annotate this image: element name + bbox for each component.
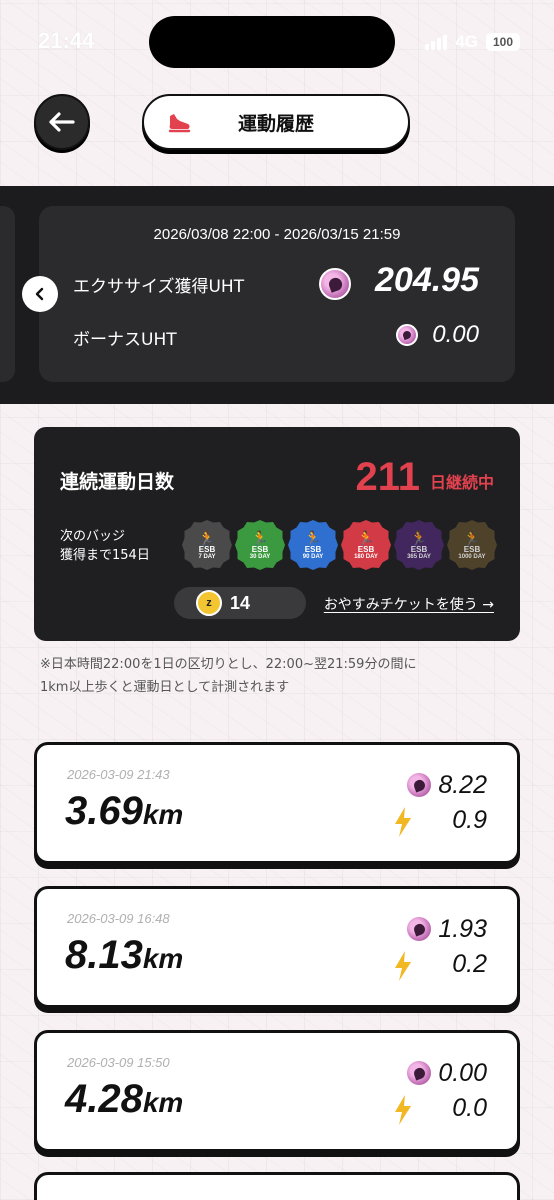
badge-esb-label: ESB xyxy=(198,544,216,554)
uht-coin-icon xyxy=(405,915,433,943)
header: 運動履歴 xyxy=(0,92,554,156)
streak-badge: 🏃 ESB 365 DAY xyxy=(394,520,444,570)
dynamic-island xyxy=(149,16,395,68)
activity-datetime: 2026-03-09 15:50 xyxy=(67,1055,170,1070)
ticket-count: 14 xyxy=(230,592,251,613)
activity-card[interactable] xyxy=(34,1172,520,1200)
streak-badge: 🏃 ESB 180 DAY xyxy=(341,520,391,570)
streak-badge: 🏃 ESB 30 DAY xyxy=(235,520,285,570)
streak-title: 連続運動日数 xyxy=(60,471,175,493)
previous-week-card[interactable] xyxy=(0,206,15,382)
use-rest-ticket-link[interactable]: おやすみチケットを使う → xyxy=(324,594,494,614)
runner-icon: 🏃 xyxy=(198,529,216,546)
activity-datetime: 2026-03-09 21:43 xyxy=(67,767,170,782)
uht-coin-icon xyxy=(319,268,351,300)
bonus-uht-label: ボーナスUHT xyxy=(73,330,177,350)
runner-icon: 🏃 xyxy=(463,529,481,546)
battery-icon: 100 xyxy=(486,33,520,51)
distance-unit: km xyxy=(142,1087,184,1118)
arrow-left-icon xyxy=(49,112,75,132)
activity-datetime: 2026-03-09 16:48 xyxy=(67,911,170,926)
energy-bolt-icon xyxy=(395,807,411,837)
streak-badge: 🏃 ESB 1000 DAY xyxy=(447,520,497,570)
streak-badge: 🏃 ESB 7 DAY xyxy=(182,520,232,570)
badge-day-label: 180 DAY xyxy=(354,553,378,560)
signal-icon xyxy=(425,34,448,50)
streak-card: 連続運動日数 211 日継続中 次のバッジ 獲得まで154日 🏃 ESB 7 DAY… xyxy=(34,427,520,641)
badge-day-label: 7 DAY xyxy=(198,553,216,560)
badge-esb-label: ESB xyxy=(463,544,481,554)
carousel-prev-button[interactable] xyxy=(22,276,58,312)
streak-suffix: 日継続中 xyxy=(429,473,494,492)
uht-coin-icon xyxy=(405,771,433,799)
runner-icon: 🏃 xyxy=(410,529,428,546)
uht-summary-section: 2026/03/08 22:00 - 2026/03/15 21:59 エクササ… xyxy=(0,186,554,404)
badge-day-label: 365 DAY xyxy=(407,553,431,560)
streak-badge: 🏃 ESB 90 DAY xyxy=(288,520,338,570)
runner-icon: 🏃 xyxy=(357,529,375,546)
chevron-left-icon xyxy=(35,287,44,301)
note-line: ※日本時間22:00を1日の区切りとし、22:00~翌21:59分の間に xyxy=(40,657,417,672)
activity-energy: 0.0 xyxy=(452,1094,487,1122)
uht-summary-card: 2026/03/08 22:00 - 2026/03/15 21:59 エクササ… xyxy=(39,206,515,382)
rest-ticket-chip: z 14 xyxy=(174,587,306,619)
shoe-icon xyxy=(168,114,191,133)
distance-unit: km xyxy=(142,799,184,830)
status-indicators: 4G 100 xyxy=(425,32,520,52)
back-button[interactable] xyxy=(34,94,90,150)
activity-uht: 0.00 xyxy=(438,1059,487,1087)
badge-esb-label: ESB xyxy=(410,544,428,554)
distance-unit: km xyxy=(142,943,184,974)
summary-period: 2026/03/08 22:00 - 2026/03/15 21:59 xyxy=(153,226,401,243)
streak-days: 211 xyxy=(355,455,420,499)
energy-bolt-icon xyxy=(395,1095,411,1125)
activity-distance: 3.69km xyxy=(65,789,183,834)
distance-value: 8.13 xyxy=(65,933,143,977)
badge-esb-label: ESB xyxy=(251,544,269,554)
activity-card[interactable]: 2026-03-09 21:43 3.69km 8.22 0.9 xyxy=(34,742,520,864)
runner-icon: 🏃 xyxy=(251,529,269,546)
runner-icon: 🏃 xyxy=(304,529,322,546)
status-time: 21:44 xyxy=(38,28,95,53)
next-badge-info: 次のバッジ 獲得まで154日 xyxy=(60,527,150,565)
streak-note: ※日本時間22:00を1日の区切りとし、22:00~翌21:59分の間に 1km… xyxy=(40,653,520,699)
status-bar: 21:44 4G 100 xyxy=(0,0,554,80)
distance-value: 3.69 xyxy=(65,789,143,833)
badge-day-label: 30 DAY xyxy=(249,553,271,560)
badge-day-label: 1000 DAY xyxy=(458,553,486,560)
activity-card[interactable]: 2026-03-09 15:50 4.28km 0.00 0.0 xyxy=(34,1030,520,1152)
uht-coin-icon xyxy=(396,324,418,346)
page-title: 運動履歴 xyxy=(237,112,314,135)
badge-list: 🏃 ESB 7 DAY 🏃 ESB 30 DAY 🏃 ESB 90 DAY 🏃 ESB 180 DAY… xyxy=(182,520,497,570)
badge-day-label: 90 DAY xyxy=(302,553,324,560)
next-badge-line: 次のバッジ xyxy=(60,529,126,544)
next-badge-line: 獲得まで154日 xyxy=(60,548,150,563)
activity-energy: 0.9 xyxy=(452,806,487,834)
activity-distance: 8.13km xyxy=(65,933,183,978)
page-title-pill: 運動履歴 xyxy=(142,94,410,150)
exercise-uht-label: エクササイズ獲得UHT xyxy=(73,277,245,297)
activity-energy: 0.2 xyxy=(452,950,487,978)
activity-card[interactable]: 2026-03-09 16:48 8.13km 1.93 0.2 xyxy=(34,886,520,1008)
badge-esb-label: ESB xyxy=(357,544,375,554)
activity-distance: 4.28km xyxy=(65,1077,183,1122)
network-label: 4G xyxy=(455,32,478,51)
note-line: 1km以上歩くと運動日として計測されます xyxy=(40,680,290,695)
activity-uht: 1.93 xyxy=(438,915,487,943)
energy-bolt-icon xyxy=(395,951,411,981)
uht-coin-icon xyxy=(405,1059,433,1087)
bonus-uht-value: 0.00 xyxy=(432,321,479,348)
exercise-uht-value: 204.95 xyxy=(375,261,479,299)
badge-esb-label: ESB xyxy=(304,544,322,554)
distance-value: 4.28 xyxy=(65,1077,143,1121)
activity-uht: 8.22 xyxy=(438,771,487,799)
sleep-ticket-icon: z xyxy=(196,590,222,616)
